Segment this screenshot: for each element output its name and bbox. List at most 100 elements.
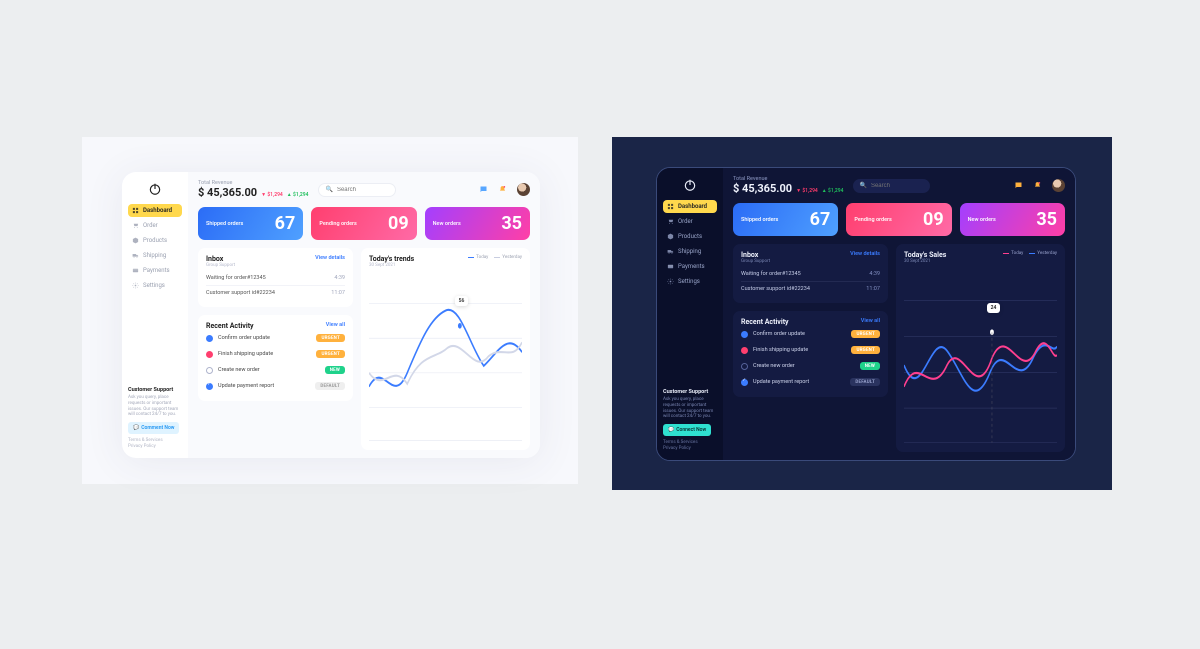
support-title: Customer Support	[663, 389, 717, 395]
revenue-change-down: ▼ $1,294	[796, 188, 818, 194]
stat-cards: Shipped orders67Pending orders09 New orde…	[198, 207, 530, 240]
box-icon	[132, 237, 139, 244]
trends-chart: 56	[369, 276, 522, 442]
status-dot	[206, 335, 213, 342]
bell-icon[interactable]	[1033, 181, 1042, 190]
chat-icon[interactable]	[1014, 181, 1023, 190]
sidebar-item-payments[interactable]: Payments	[663, 260, 717, 273]
sidebar-item-settings[interactable]: Settings	[663, 275, 717, 288]
cart-icon	[667, 218, 674, 225]
status-dot	[206, 367, 213, 374]
activity-row[interactable]: Finish shipping updateURGENT	[741, 342, 880, 358]
search-icon: 🔍	[325, 186, 332, 193]
sidebar-item-products[interactable]: Products	[663, 230, 717, 243]
sidebar-item-shipping[interactable]: Shipping	[128, 249, 182, 262]
inbox-view-details[interactable]: View details	[315, 255, 345, 261]
activity-row[interactable]: Update payment reportDEFAULT	[741, 374, 880, 390]
stat-card-1[interactable]: Pending orders09	[846, 203, 951, 236]
stat-card-1[interactable]: Pending orders09	[311, 207, 416, 240]
inbox-row[interactable]: Customer support id#2223411:07	[206, 285, 345, 300]
status-dot	[741, 379, 748, 386]
sidebar-item-products[interactable]: Products	[128, 234, 182, 247]
activity-title: Recent Activity	[206, 322, 254, 330]
activity-view-all[interactable]: View all	[326, 322, 345, 328]
status-dot	[206, 383, 213, 390]
sidebar-item-settings[interactable]: Settings	[128, 279, 182, 292]
user-avatar[interactable]	[517, 183, 530, 196]
trends-date: 30 Sept 2021	[904, 259, 946, 264]
inbox-rows: Waiting for order#123454:39Customer supp…	[206, 271, 345, 300]
chart-tooltip: 24	[987, 303, 1001, 313]
search-icon: 🔍	[859, 182, 866, 189]
sidebar-item-dashboard[interactable]: Dashboard	[663, 200, 717, 213]
grid-icon	[132, 207, 139, 214]
revenue-value: $ 45,365.00	[198, 186, 257, 199]
chat-icon[interactable]	[479, 185, 488, 194]
stat-card-2[interactable]: New orders35	[425, 207, 530, 240]
gear-icon	[667, 278, 674, 285]
chat-icon: 💬	[133, 425, 139, 431]
activity-row[interactable]: Confirm order updateURGENT	[741, 326, 880, 342]
inbox-subtitle: Group Support	[741, 259, 770, 264]
legend-today: Today	[1003, 251, 1023, 256]
activity-row[interactable]: Update payment reportDEFAULT	[206, 378, 345, 394]
status-badge: NEW	[325, 366, 345, 374]
power-icon[interactable]	[148, 182, 162, 196]
sidebar-item-order[interactable]: Order	[128, 219, 182, 232]
inbox-row[interactable]: Customer support id#2223411:07	[741, 281, 880, 296]
user-avatar[interactable]	[1052, 179, 1065, 192]
status-badge: DEFAULT	[315, 382, 345, 390]
box-icon	[667, 233, 674, 240]
stat-card-2[interactable]: New orders35	[960, 203, 1065, 236]
privacy-link[interactable]: Privacy Policy	[663, 446, 717, 452]
support-text: Ask you query, place requests or importa…	[663, 397, 717, 420]
sidebar-nav: Dashboard Order Products Shipping Payments Se…	[663, 200, 717, 288]
inbox-row[interactable]: Waiting for order#123454:39	[206, 271, 345, 285]
stat-card-0[interactable]: Shipped orders67	[733, 203, 838, 236]
search-input[interactable]: 🔍	[853, 179, 929, 193]
comment-now-button[interactable]: 💬 Comment Now	[128, 422, 179, 434]
chart-tooltip: 56	[455, 296, 469, 306]
gear-icon	[132, 282, 139, 289]
card-icon	[132, 267, 139, 274]
sidebar-nav: Dashboard Order Products Shipping Payments Se…	[128, 204, 182, 292]
privacy-link[interactable]: Privacy Policy	[128, 444, 182, 450]
inbox-row[interactable]: Waiting for order#123454:39	[741, 267, 880, 281]
connect-now-button[interactable]: 💬 Connect Now	[663, 424, 711, 436]
activity-rows: Confirm order updateURGENTFinish shippin…	[741, 326, 880, 390]
status-badge: URGENT	[851, 330, 880, 338]
sidebar-item-shipping[interactable]: Shipping	[663, 245, 717, 258]
stat-cards: Shipped orders67Pending orders09 New orde…	[733, 203, 1065, 236]
trends-title: Today's Sales	[904, 251, 946, 259]
sidebar-item-order[interactable]: Order	[663, 215, 717, 228]
status-badge: URGENT	[851, 346, 880, 354]
activity-row[interactable]: Confirm order updateURGENT	[206, 330, 345, 346]
inbox-rows: Waiting for order#123454:39Customer supp…	[741, 267, 880, 296]
grid-icon	[667, 203, 674, 210]
activity-row[interactable]: Create new orderNEW	[206, 362, 345, 378]
activity-row[interactable]: Finish shipping updateURGENT	[206, 346, 345, 362]
chat-icon: 💬	[668, 427, 674, 433]
sidebar-item-payments[interactable]: Payments	[128, 264, 182, 277]
status-dot	[206, 351, 213, 358]
support-text: Ask you query, place requests or importa…	[128, 395, 182, 418]
search-input[interactable]: 🔍	[318, 183, 395, 197]
stat-card-0[interactable]: Shipped orders67	[198, 207, 303, 240]
legend-yesterday: Yesterday	[1029, 251, 1057, 256]
activity-rows: Confirm order updateURGENTFinish shippin…	[206, 330, 345, 394]
legend-today: Today	[468, 255, 488, 260]
status-badge: URGENT	[316, 334, 345, 342]
status-badge: NEW	[860, 362, 880, 370]
sidebar-item-dashboard[interactable]: Dashboard	[128, 204, 182, 217]
truck-icon	[667, 248, 674, 255]
status-dot	[741, 363, 748, 370]
status-dot	[741, 347, 748, 354]
activity-view-all[interactable]: View all	[861, 318, 880, 324]
card-icon	[667, 263, 674, 270]
inbox-title: Inbox	[741, 251, 770, 259]
inbox-view-details[interactable]: View details	[850, 251, 880, 257]
support-title: Customer Support	[128, 387, 182, 393]
bell-icon[interactable]	[498, 185, 507, 194]
power-icon[interactable]	[683, 178, 697, 192]
activity-row[interactable]: Create new orderNEW	[741, 358, 880, 374]
